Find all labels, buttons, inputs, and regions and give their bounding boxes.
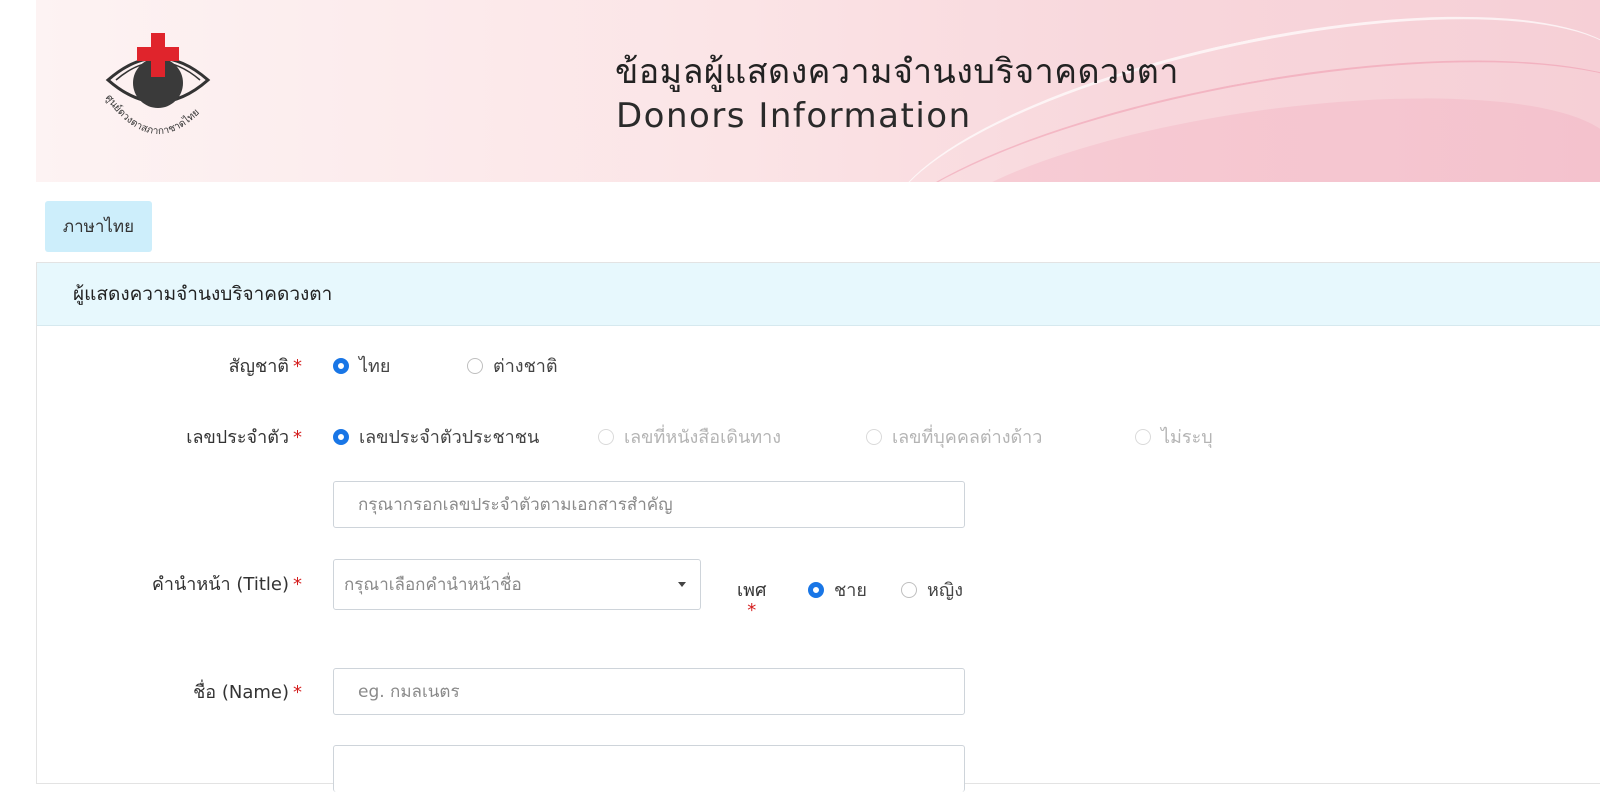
id-type-option-passport[interactable]: เลขที่หนังสือเดินทาง [598, 422, 866, 451]
required-asterisk: * [293, 427, 302, 448]
required-asterisk: * [747, 600, 757, 621]
title-select[interactable]: กรุณาเลือกคำนำหน้าชื่อ [333, 559, 701, 610]
page-subtitle: Donors Information [616, 96, 972, 136]
gender-option-male[interactable]: ชาย [808, 575, 901, 604]
card-header: ผู้แสดงความจำนงบริจาคดวงตา [37, 263, 1600, 326]
language-button[interactable]: ภาษาไทย [45, 201, 152, 252]
title-select-placeholder: กรุณาเลือกคำนำหน้าชื่อ [344, 575, 522, 595]
id-type-radio-group: เลขประจำตัวประชาชน เลขที่หนังสือเดินทาง … [333, 422, 1213, 451]
donor-form-card: ผู้แสดงความจำนงบริจาคดวงตา สัญชาติ * ไทย … [36, 262, 1600, 792]
id-number-input[interactable] [333, 481, 965, 528]
gender-option-female[interactable]: หญิง [901, 575, 963, 604]
radio-checked-icon[interactable] [808, 581, 824, 598]
logo: ศูนย์ดวงตาสภากาชาดไทย [88, 28, 228, 148]
required-asterisk: * [293, 574, 302, 595]
radio-disabled-icon[interactable] [866, 428, 882, 445]
name-input[interactable] [333, 668, 965, 715]
gender-radio-group: ชาย หญิง [808, 575, 963, 604]
id-type-option-alien-id[interactable]: เลขที่บุคคลต่างด้าว [866, 422, 1135, 451]
radio-unchecked-icon[interactable] [901, 581, 917, 598]
caret-down-icon [678, 582, 686, 587]
page-title: ข้อมูลผู้แสดงความจำนงบริจาคดวงตา [615, 52, 1179, 92]
nationality-option-foreign[interactable]: ต่างชาติ [467, 351, 558, 380]
id-type-option-unspecified[interactable]: ไม่ระบุ [1135, 422, 1213, 451]
name-label: ชื่อ (Name) * [193, 682, 302, 703]
title-label: คำนำหน้า (Title) * [151, 574, 302, 595]
gender-label: เพศ * [737, 580, 767, 621]
nationality-radio-group: ไทย ต่างชาติ [333, 351, 558, 380]
eye-cross-logo-icon: ศูนย์ดวงตาสภากาชาดไทย [103, 33, 211, 137]
radio-checked-icon[interactable] [333, 428, 349, 445]
required-asterisk: * [293, 356, 302, 377]
id-type-label: เลขประจำตัว * [186, 427, 302, 448]
radio-unchecked-icon[interactable] [467, 357, 483, 374]
nationality-option-thai[interactable]: ไทย [333, 351, 467, 380]
card-title: ผู้แสดงความจำนงบริจาคดวงตา [73, 283, 333, 305]
next-field-input[interactable] [333, 745, 965, 792]
radio-disabled-icon[interactable] [1135, 428, 1151, 445]
nationality-label: สัญชาติ * [228, 356, 302, 377]
id-type-option-citizen-id[interactable]: เลขประจำตัวประชาชน [333, 422, 598, 451]
radio-disabled-icon[interactable] [598, 428, 614, 445]
radio-checked-icon[interactable] [333, 357, 349, 374]
required-asterisk: * [293, 682, 302, 703]
